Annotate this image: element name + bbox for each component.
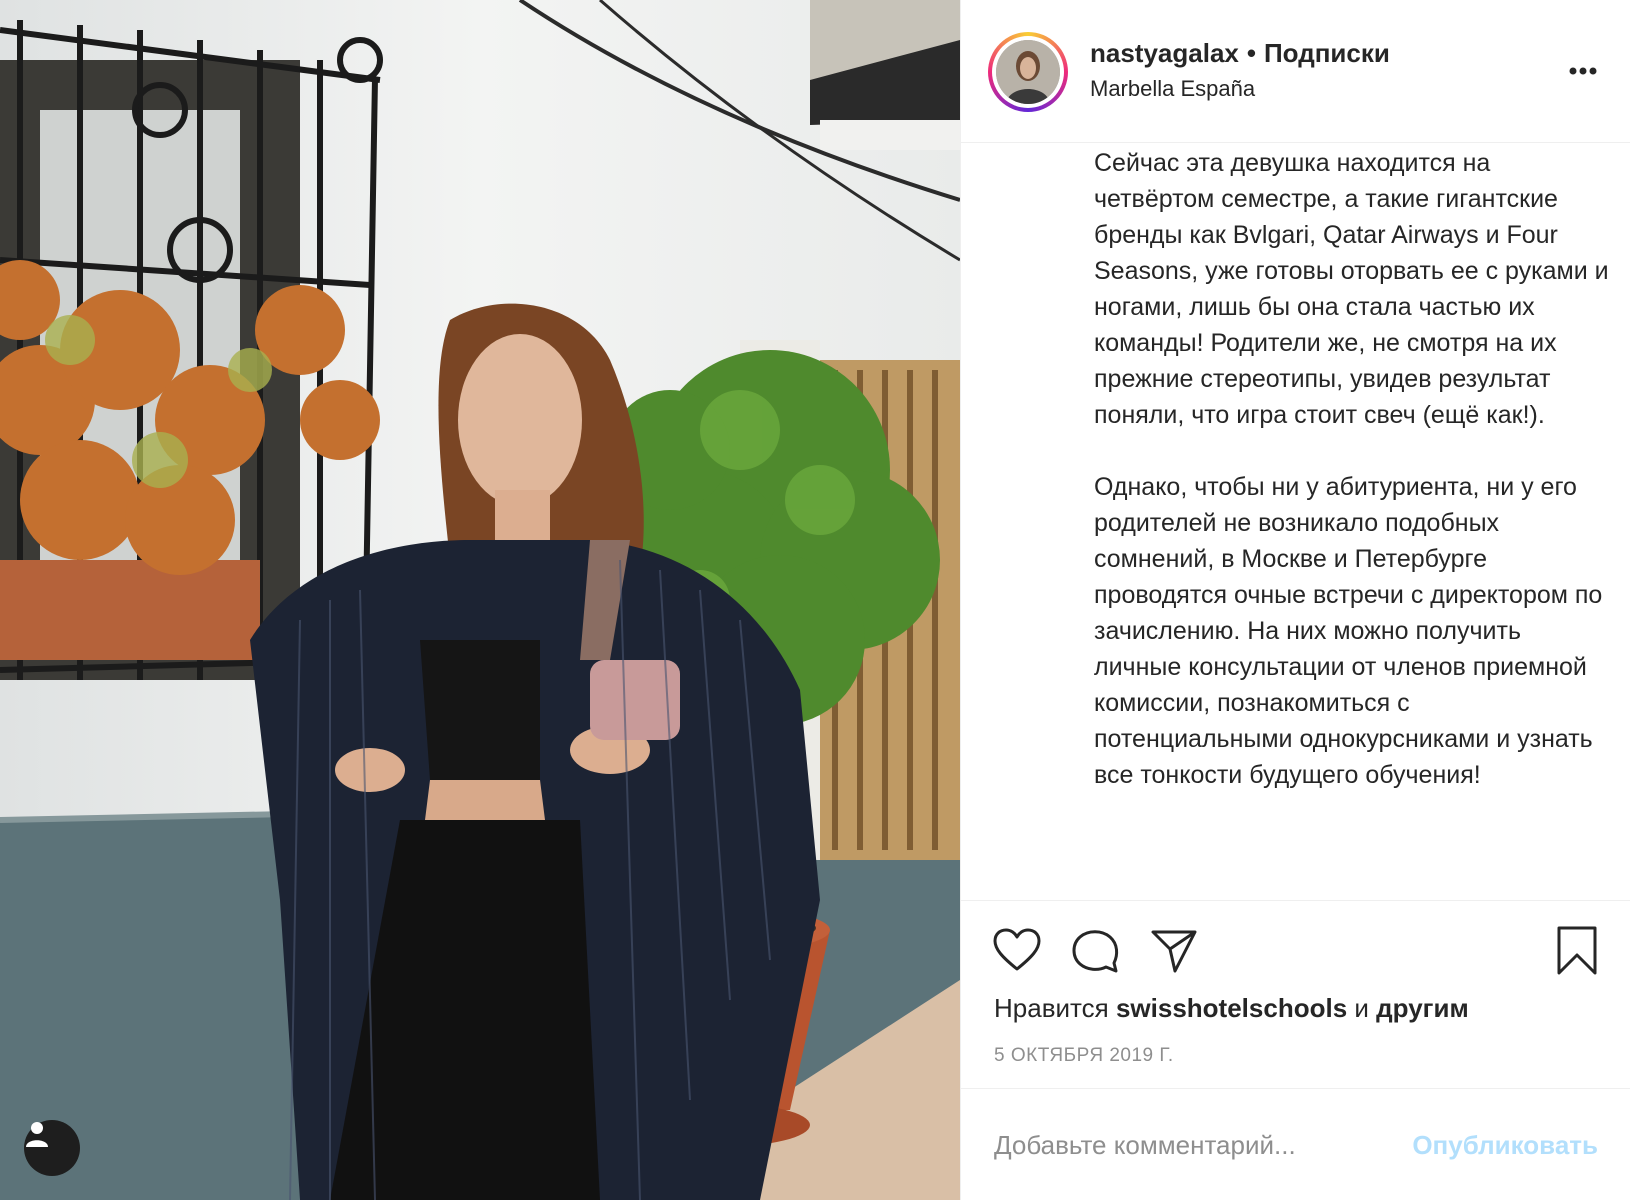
likes-others-link[interactable]: другим <box>1376 993 1469 1023</box>
caption-paragraph: Сейчас эта девушка находится на четвёрто… <box>1094 149 1609 429</box>
share-icon <box>1151 930 1197 973</box>
save-button[interactable] <box>1555 925 1599 982</box>
post-photo[interactable] <box>0 0 960 1200</box>
post-date[interactable]: 5 ОКТЯБРЯ 2019 Г. <box>994 1045 1174 1067</box>
likes-summary: Нравится swisshotelschools и другим <box>994 993 1469 1024</box>
liker-username-link[interactable]: swisshotelschools <box>1116 993 1347 1023</box>
user-tag-button[interactable] <box>24 1120 80 1176</box>
comment-icon <box>1072 930 1119 973</box>
post-sidebar: nastyagalax • Подписки Marbella España Сей… <box>960 0 1630 1200</box>
more-options-icon <box>1569 67 1597 75</box>
bookmark-icon <box>1557 926 1597 975</box>
separator-dot: • <box>1246 38 1256 68</box>
post-caption: Сейчас эта девушка находится на четвёрто… <box>1094 145 1609 895</box>
location-link[interactable]: Marbella España <box>1090 76 1255 102</box>
heart-icon <box>993 928 1041 971</box>
user-tag-icon <box>26 1122 48 1147</box>
like-button[interactable] <box>992 927 1042 978</box>
publish-button[interactable]: Опубликовать <box>1408 1125 1598 1165</box>
photo-illustration <box>0 0 960 1200</box>
comment-bar: Опубликовать <box>961 1088 1630 1200</box>
username-link[interactable]: nastyagalax <box>1090 38 1239 68</box>
likes-prefix: Нравится <box>994 993 1109 1023</box>
avatar-story-ring[interactable] <box>988 32 1068 112</box>
avatar[interactable] <box>996 40 1060 104</box>
comment-input[interactable] <box>994 1125 1394 1165</box>
caption-paragraph: Однако, чтобы ни у абитуриента, ни у его… <box>1094 473 1603 789</box>
following-button[interactable]: Подписки <box>1264 38 1390 68</box>
avatar-image <box>996 40 1060 104</box>
more-options-button[interactable] <box>1561 54 1605 88</box>
likes-conj: и <box>1354 993 1369 1023</box>
post-actions: Нравится swisshotelschools и другим 5 ОК… <box>961 900 1630 1090</box>
comment-button[interactable] <box>1070 927 1120 980</box>
post-header: nastyagalax • Подписки Marbella España <box>961 0 1630 143</box>
share-button[interactable] <box>1149 927 1199 980</box>
avatar-gap <box>992 36 1064 108</box>
header-line: nastyagalax • Подписки <box>1090 38 1390 69</box>
